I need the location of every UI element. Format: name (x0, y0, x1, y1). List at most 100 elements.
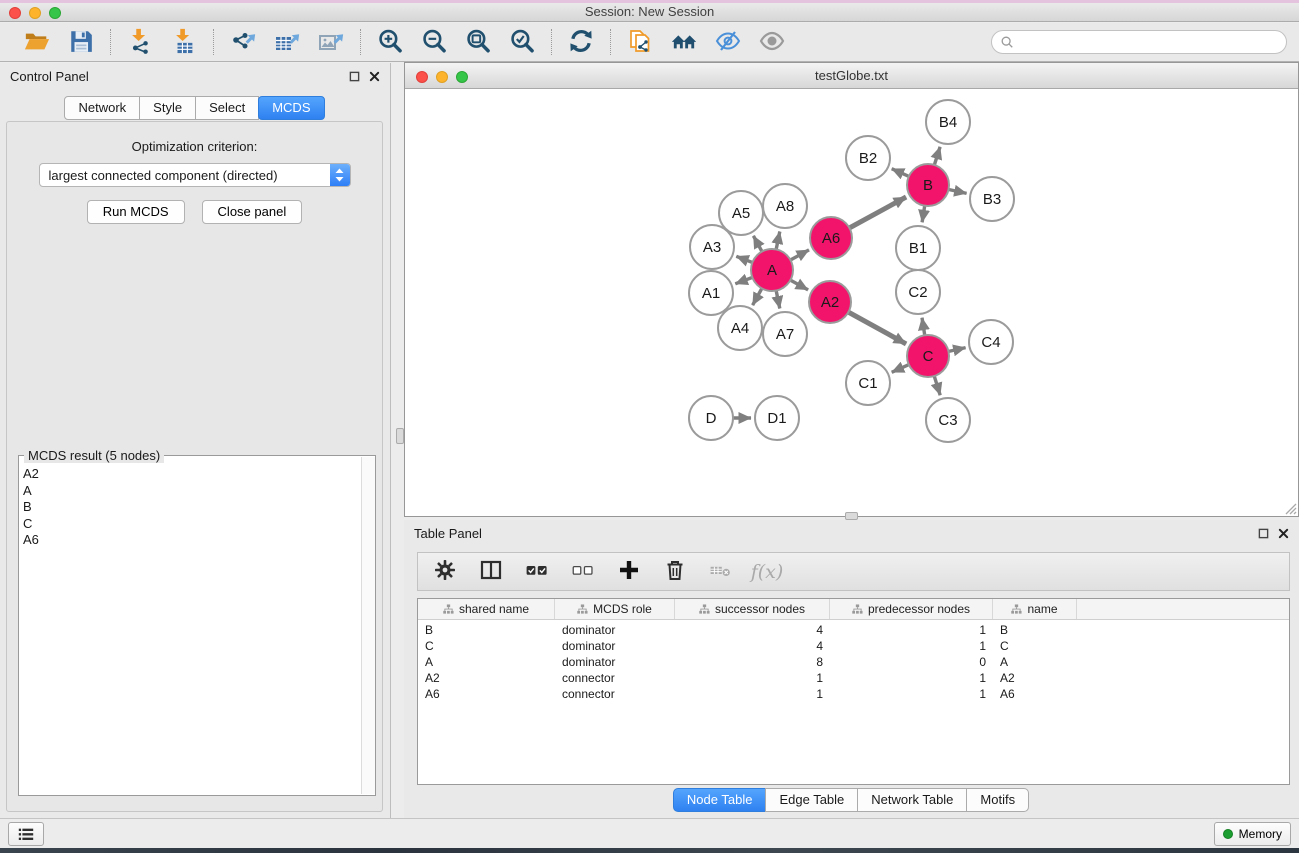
run-mcds-button[interactable]: Run MCDS (87, 200, 185, 224)
resize-grip-icon[interactable] (1282, 500, 1297, 515)
minimize-window-icon[interactable] (29, 7, 41, 19)
graph-node-B1[interactable]: B1 (896, 226, 940, 270)
columns-button[interactable] (472, 556, 510, 588)
table-row[interactable]: Adominator80A (418, 654, 1289, 670)
graph-node-A4[interactable]: A4 (718, 306, 762, 350)
task-history-button[interactable] (8, 822, 44, 846)
table-cell[interactable]: 1 (675, 671, 830, 685)
network-canvas[interactable]: AA1A2A3A4A5A6A7A8BB1B2B3B4CC1C2C3C4DD1 (405, 89, 1298, 516)
table-cell[interactable]: A (993, 655, 1077, 669)
table-cell[interactable]: 1 (830, 671, 993, 685)
column-header-name[interactable]: name (993, 599, 1077, 619)
result-list-item[interactable]: A (23, 483, 360, 500)
tab-select[interactable]: Select (195, 96, 259, 120)
export-table-button[interactable] (271, 27, 303, 57)
graph-node-A5[interactable]: A5 (719, 191, 763, 235)
search-field[interactable] (991, 30, 1287, 54)
graph-node-B[interactable]: B (907, 164, 949, 206)
zoom-selected-button[interactable] (506, 27, 538, 57)
import-network-button[interactable] (124, 27, 156, 57)
table-row[interactable]: Cdominator41C (418, 638, 1289, 654)
table-cell[interactable]: 1 (830, 623, 993, 637)
tab-edge-table[interactable]: Edge Table (765, 788, 858, 812)
table-cell[interactable]: A6 (993, 687, 1077, 701)
tab-style[interactable]: Style (139, 96, 196, 120)
export-image-button[interactable] (315, 27, 347, 57)
table-cell[interactable]: 0 (830, 655, 993, 669)
zoom-window-icon[interactable] (49, 7, 61, 19)
table-row[interactable]: A6connector11A6 (418, 686, 1289, 702)
close-panel-button[interactable]: Close panel (202, 200, 303, 224)
graph-node-B3[interactable]: B3 (970, 177, 1014, 221)
select-all-button[interactable] (518, 556, 556, 588)
table-cell[interactable]: dominator (555, 623, 675, 637)
tab-mcds[interactable]: MCDS (258, 96, 324, 120)
gear-button[interactable] (426, 556, 464, 588)
tab-network[interactable]: Network (64, 96, 140, 120)
table-row[interactable]: A2connector11A2 (418, 670, 1289, 686)
table-cell[interactable]: dominator (555, 639, 675, 653)
column-header-predecessor-nodes[interactable]: predecessor nodes (830, 599, 993, 619)
refresh-button[interactable] (565, 27, 597, 57)
panel-splitter-handle-horizontal[interactable] (845, 512, 858, 520)
column-header-successor-nodes[interactable]: successor nodes (675, 599, 830, 619)
table-cell[interactable]: 1 (830, 639, 993, 653)
result-list-item[interactable]: B (23, 499, 360, 516)
panel-splitter-handle-vertical[interactable] (396, 428, 404, 444)
tab-motifs[interactable]: Motifs (966, 788, 1029, 812)
table-cell[interactable]: dominator (555, 655, 675, 669)
network-zoom-icon[interactable] (456, 71, 468, 83)
table-cell[interactable]: connector (555, 687, 675, 701)
network-close-icon[interactable] (416, 71, 428, 83)
result-list-item[interactable]: A2 (23, 466, 360, 483)
graph-node-A2[interactable]: A2 (809, 281, 851, 323)
homes-button[interactable] (668, 27, 700, 57)
graph-node-A7[interactable]: A7 (763, 312, 807, 356)
network-window-titlebar[interactable]: testGlobe.txt (405, 63, 1298, 89)
table-cell[interactable]: 1 (675, 687, 830, 701)
memory-button[interactable]: Memory (1214, 822, 1291, 846)
graph-node-D[interactable]: D (689, 396, 733, 440)
table-cell[interactable]: C (993, 639, 1077, 653)
eye-button[interactable] (756, 27, 788, 57)
duplicate-network-button[interactable] (624, 27, 656, 57)
graph-node-A[interactable]: A (751, 249, 793, 291)
table-cell[interactable]: A2 (993, 671, 1077, 685)
graph-node-D1[interactable]: D1 (755, 396, 799, 440)
network-minimize-icon[interactable] (436, 71, 448, 83)
tab-node-table[interactable]: Node Table (673, 788, 767, 812)
graph-node-A6[interactable]: A6 (810, 217, 852, 259)
float-panel-icon[interactable] (1258, 528, 1269, 539)
eye-slash-button[interactable] (712, 27, 744, 57)
criterion-dropdown[interactable]: largest connected component (directed) (39, 163, 351, 187)
graph-node-C2[interactable]: C2 (896, 270, 940, 314)
delete-column-button[interactable] (656, 556, 694, 588)
graph-node-A1[interactable]: A1 (689, 271, 733, 315)
result-list-item[interactable]: A6 (23, 532, 360, 549)
graph-node-B2[interactable]: B2 (846, 136, 890, 180)
open-folder-button[interactable] (21, 27, 53, 57)
import-table-button[interactable] (168, 27, 200, 57)
column-header-mcds-role[interactable]: MCDS role (555, 599, 675, 619)
table-cell[interactable]: 8 (675, 655, 830, 669)
add-column-button[interactable] (610, 556, 648, 588)
table-cell[interactable]: A (418, 655, 555, 669)
graph-node-C[interactable]: C (907, 335, 949, 377)
zoom-fit-button[interactable] (462, 27, 494, 57)
close-panel-icon[interactable] (369, 71, 380, 82)
graph-node-C3[interactable]: C3 (926, 398, 970, 442)
save-button[interactable] (65, 27, 97, 57)
zoom-out-button[interactable] (418, 27, 450, 57)
table-cell[interactable]: A6 (418, 687, 555, 701)
table-cell[interactable]: C (418, 639, 555, 653)
table-cell[interactable]: 4 (675, 639, 830, 653)
tab-network-table[interactable]: Network Table (857, 788, 967, 812)
graph-node-A8[interactable]: A8 (763, 184, 807, 228)
export-network-button[interactable] (227, 27, 259, 57)
search-input[interactable] (1019, 35, 1278, 50)
zoom-in-button[interactable] (374, 27, 406, 57)
result-list-item[interactable]: C (23, 516, 360, 533)
table-cell[interactable]: connector (555, 671, 675, 685)
table-cell[interactable]: A2 (418, 671, 555, 685)
close-window-icon[interactable] (9, 7, 21, 19)
